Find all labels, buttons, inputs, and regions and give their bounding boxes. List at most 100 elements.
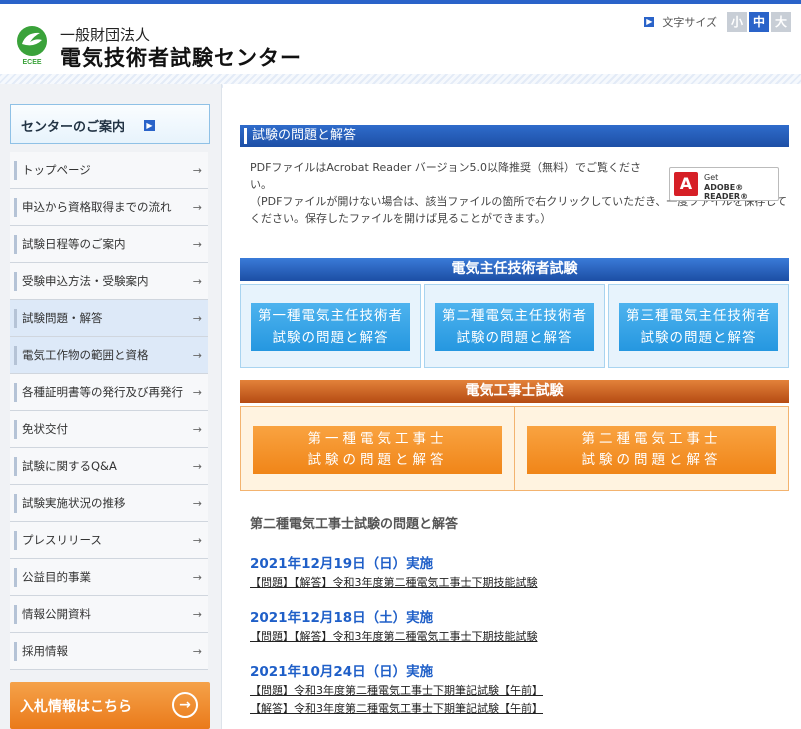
- exam-date-heading: 2021年12月19日（日）実施: [250, 556, 434, 572]
- sidebar-item-recruit[interactable]: 採用情報 →: [10, 633, 208, 670]
- button-line: 試験の問題と解答: [307, 452, 448, 468]
- sidebar-item-license[interactable]: 免状交付 →: [10, 411, 208, 448]
- sidebar-item-label: 試験日程等のご案内: [22, 237, 126, 251]
- chief-2-button[interactable]: 第二種電気主任技術者 試験の問題と解答: [435, 303, 594, 351]
- sidebar-item-schedule[interactable]: 試験日程等のご案内 →: [10, 226, 208, 263]
- button-line: 第一種電気工事士: [307, 431, 448, 447]
- chevron-right-icon: →: [192, 534, 202, 547]
- chevron-right-icon: →: [192, 312, 202, 325]
- sidebar-item-disclosure[interactable]: 情報公開資料 →: [10, 596, 208, 633]
- bid-info-banner[interactable]: 入札情報はこちら →: [10, 682, 210, 729]
- sidebar-nav: トップページ → 申込から資格取得までの流れ → 試験日程等のご案内 → 受験申込方法…: [10, 152, 208, 670]
- chief-1-button[interactable]: 第一種電気主任技術者 試験の問題と解答: [251, 303, 410, 351]
- chevron-right-icon: →: [192, 164, 202, 177]
- main-content: 試験の問題と解答 PDFファイルはAcrobat Reader バージョン5.0…: [223, 84, 801, 729]
- sidebar-item-trends[interactable]: 試験実施状況の推移 →: [10, 485, 208, 522]
- sidebar-item-certificates[interactable]: 各種証明書等の発行及び再発行 →: [10, 374, 208, 411]
- electrician-cell: 第一種電気工事士 試験の問題と解答: [241, 407, 514, 490]
- sidebar-item-label: プレスリリース: [22, 533, 102, 547]
- chevron-right-icon: →: [192, 645, 202, 658]
- button-line: 第三種電気主任技術者: [626, 308, 771, 324]
- sidebar-item-label: 試験実施状況の推移: [22, 496, 126, 510]
- sidebar-item-questions[interactable]: 試験問題・解答 →: [10, 300, 208, 337]
- electrician-band: 電気工事士試験: [240, 380, 789, 403]
- center-guide-button[interactable]: センターのご案内 ▶: [10, 104, 210, 144]
- site-header: ECEE 一般財団法人 電気技術者試験センター ▶ 文字サイズ 小 中 大: [0, 0, 801, 88]
- sidebar-item-label: トップページ: [22, 163, 91, 177]
- electrician-buttons: 第一種電気工事士 試験の問題と解答 第二種電気工事士 試験の問題と解答: [240, 406, 789, 491]
- chevron-right-icon: →: [192, 460, 202, 473]
- adobe-reader-icon: A: [674, 172, 698, 196]
- chief-cell: 第二種電気主任技術者 試験の問題と解答: [424, 284, 605, 368]
- sidebar-item-label: 採用情報: [22, 644, 68, 658]
- sidebar-item-label: 試験に関するQ&A: [22, 459, 117, 473]
- font-size-label: 文字サイズ: [662, 16, 717, 29]
- adobe-get-label: Get: [704, 173, 719, 182]
- sidebar-item-label: 試験問題・解答: [22, 311, 103, 325]
- chevron-right-icon: →: [192, 571, 202, 584]
- sidebar: センターのご案内 ▶ トップページ → 申込から資格取得までの流れ → 試験日程等の…: [0, 84, 222, 729]
- bid-info-label: 入札情報はこちら: [20, 699, 132, 715]
- button-line: 試験の問題と解答: [272, 330, 389, 346]
- sidebar-item-label: 各種証明書等の発行及び再発行: [22, 385, 183, 399]
- chief-engineer-buttons: 第一種電気主任技術者 試験の問題と解答 第二種電気主任技術者 試験の問題と解答 …: [240, 284, 789, 368]
- button-line: 試験の問題と解答: [581, 452, 722, 468]
- font-size-large-button[interactable]: 大: [771, 12, 791, 32]
- chevron-right-icon: →: [192, 608, 202, 621]
- sidebar-item-label: 公益目的事業: [22, 570, 91, 584]
- chief-3-button[interactable]: 第三種電気主任技術者 試験の問題と解答: [619, 303, 778, 351]
- sidebar-item-label: 受験申込方法・受験案内: [22, 274, 149, 288]
- sidebar-item-public[interactable]: 公益目的事業 →: [10, 559, 208, 596]
- sidebar-item-qa[interactable]: 試験に関するQ&A →: [10, 448, 208, 485]
- electrician-1-button[interactable]: 第一種電気工事士 試験の問題と解答: [253, 426, 502, 474]
- arrow-right-icon: ▶: [644, 17, 655, 27]
- exam-pdf-link[interactable]: 【問題】【解答】令和3年度第二種電気工事士下期技能試験: [250, 628, 790, 645]
- exam-pdf-link[interactable]: 【問題】【解答】令和3年度第二種電気工事士下期技能試験: [250, 574, 790, 591]
- ecee-logo-icon[interactable]: ECEE: [12, 24, 52, 66]
- chief-cell: 第三種電気主任技術者 試験の問題と解答: [608, 284, 789, 368]
- pdf-note: PDFファイルはAcrobat Reader バージョン5.0以降推奨（無料）で…: [250, 161, 642, 191]
- arrow-right-icon: ▶: [144, 120, 155, 131]
- logo-text: ECEE: [22, 59, 41, 66]
- chevron-right-icon: →: [192, 423, 202, 436]
- button-line: 試験の問題と解答: [640, 330, 757, 346]
- exam-dates-list: 2021年12月19日（日）実施 【問題】【解答】令和3年度第二種電気工事士下期…: [250, 552, 790, 718]
- chief-cell: 第一種電気主任技術者 試験の問題と解答: [240, 284, 421, 368]
- font-size-small-button[interactable]: 小: [727, 12, 747, 32]
- chevron-right-icon: →: [192, 349, 202, 362]
- button-line: 試験の問題と解答: [456, 330, 573, 346]
- sidebar-item-application[interactable]: 受験申込方法・受験案内 →: [10, 263, 208, 300]
- button-line: 第二種電気工事士: [581, 431, 722, 447]
- electrician-2-button[interactable]: 第二種電気工事士 試験の問題と解答: [527, 426, 776, 474]
- sidebar-item-label: 電気工作物の範囲と資格: [22, 348, 149, 362]
- sidebar-item-scope[interactable]: 電気工作物の範囲と資格 →: [10, 337, 208, 374]
- adobe-reader-button[interactable]: A Get ADOBE® READER®: [669, 167, 779, 201]
- exam-date-heading: 2021年12月18日（土）実施: [250, 610, 434, 626]
- org-name[interactable]: 電気技術者試験センター: [60, 42, 302, 72]
- chevron-right-icon: →: [192, 275, 202, 288]
- chevron-right-icon: →: [192, 497, 202, 510]
- exam-pdf-link[interactable]: 【解答】令和3年度第二種電気工事士下期筆記試験【午前】: [250, 700, 790, 717]
- exam-title: 第二種電気工事士試験の問題と解答: [250, 517, 459, 532]
- chevron-right-icon: →: [192, 238, 202, 251]
- button-line: 第一種電気主任技術者: [258, 308, 403, 324]
- sidebar-item-label: 申込から資格取得までの流れ: [22, 200, 172, 214]
- page-title: 試験の問題と解答: [240, 125, 789, 147]
- button-line: 第二種電気主任技術者: [442, 308, 587, 324]
- font-size-switcher: ▶ 文字サイズ 小 中 大: [644, 12, 791, 32]
- center-guide-label: センターのご案内: [21, 120, 126, 135]
- sidebar-item-press[interactable]: プレスリリース →: [10, 522, 208, 559]
- font-size-medium-button[interactable]: 中: [749, 12, 769, 32]
- exam-date-heading: 2021年10月24日（日）実施: [250, 664, 434, 680]
- sidebar-item-label: 免状交付: [22, 422, 68, 436]
- electrician-cell: 第二種電気工事士 試験の問題と解答: [514, 407, 788, 490]
- sidebar-item-top[interactable]: トップページ →: [10, 152, 208, 189]
- arrow-circle-icon: →: [172, 692, 198, 718]
- chief-engineer-band: 電気主任技術者試験: [240, 258, 789, 281]
- adobe-reader-label: ADOBE® READER®: [704, 183, 749, 201]
- chevron-right-icon: →: [192, 201, 202, 214]
- chevron-right-icon: →: [192, 386, 202, 399]
- exam-pdf-link[interactable]: 【問題】令和3年度第二種電気工事士下期筆記試験【午前】: [250, 682, 790, 699]
- sidebar-item-label: 情報公開資料: [22, 607, 91, 621]
- sidebar-item-flow[interactable]: 申込から資格取得までの流れ →: [10, 189, 208, 226]
